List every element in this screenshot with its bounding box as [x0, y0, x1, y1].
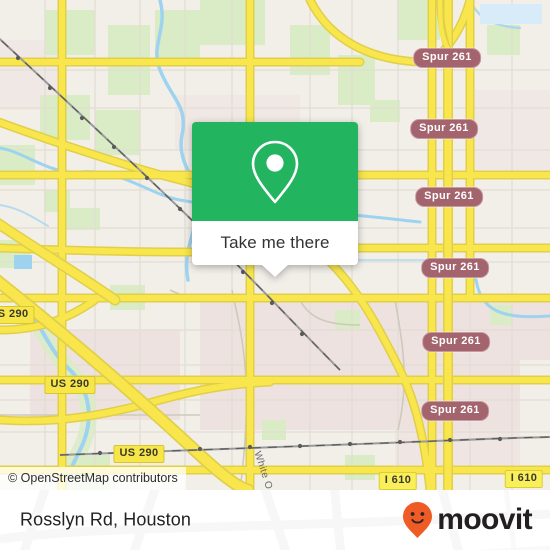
map-pin-icon: [251, 140, 299, 203]
shield-spur-261-5[interactable]: Spur 261: [422, 332, 490, 352]
shield-spur-261-1[interactable]: Spur 261: [413, 48, 481, 68]
shield-spur-261-2[interactable]: Spur 261: [410, 119, 478, 139]
popup-icon-area: [192, 122, 358, 221]
moovit-smiley-pin-icon: [403, 502, 433, 538]
moovit-logo[interactable]: moovit: [402, 501, 533, 539]
shield-us-290-2[interactable]: US 290: [44, 376, 96, 394]
shield-i-610-1[interactable]: I 610: [378, 472, 418, 490]
take-me-there-label: Take me there: [220, 233, 330, 252]
shield-spur-261-4[interactable]: Spur 261: [421, 258, 489, 278]
screenshot-root: Spur 261 Spur 261 Spur 261 Spur 261 Spur…: [0, 0, 550, 550]
shield-us-290-3[interactable]: US 290: [113, 445, 165, 463]
place-title: Rosslyn Rd, Houston: [20, 509, 191, 530]
shield-spur-261-3[interactable]: Spur 261: [415, 187, 483, 207]
shield-i-610-2[interactable]: I 610: [504, 470, 544, 488]
popup-action-area[interactable]: Take me there: [192, 221, 358, 265]
footer-bar: Rosslyn Rd, Houston moovit: [0, 490, 550, 550]
moovit-wordmark: moovit: [437, 503, 532, 536]
shield-us-290-1[interactable]: US 290: [0, 306, 35, 324]
map-attribution: © OpenStreetMap contributors: [0, 467, 186, 490]
popup-pointer: [262, 265, 288, 277]
shield-spur-261-6[interactable]: Spur 261: [421, 401, 489, 421]
take-me-there-popup[interactable]: Take me there: [192, 122, 358, 277]
